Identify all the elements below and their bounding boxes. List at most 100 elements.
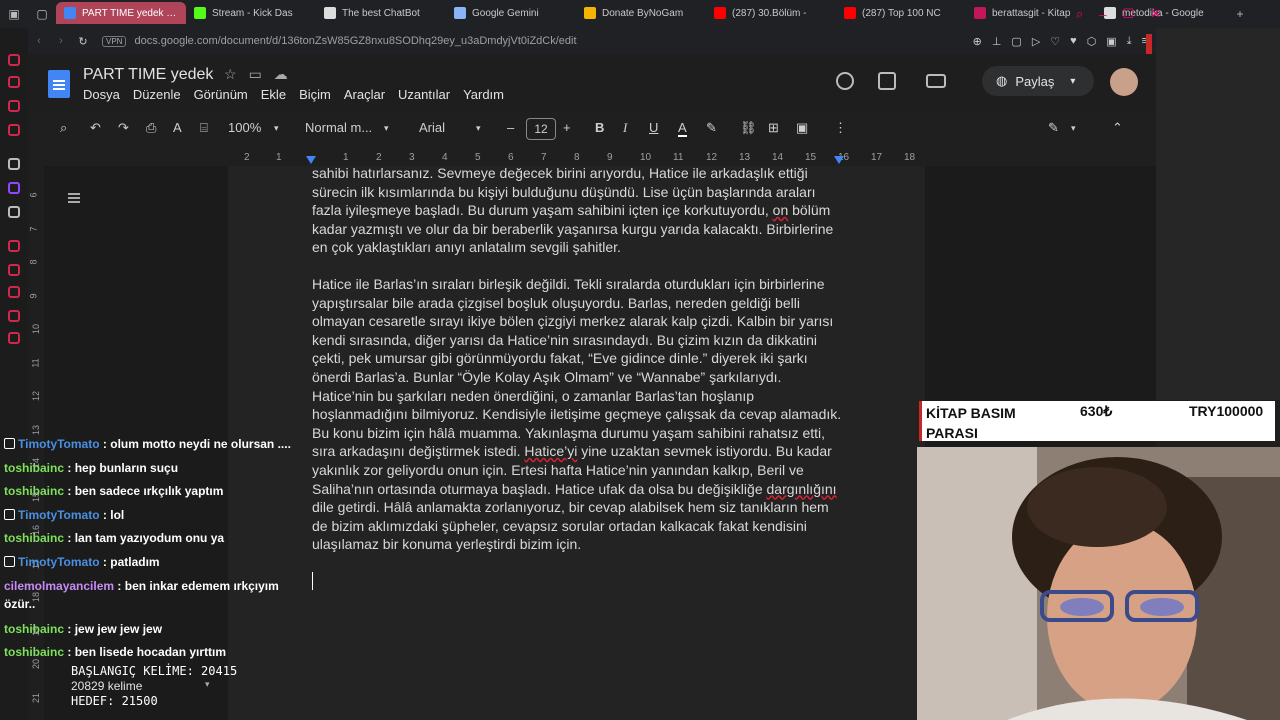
browser-tab[interactable]: Google Gemini: [446, 2, 576, 24]
chat-username[interactable]: TimotyTomato: [18, 437, 100, 451]
chat-username[interactable]: toshibainc: [4, 622, 64, 636]
menu-item[interactable]: Düzenle: [133, 87, 181, 102]
menu-item[interactable]: Uzantılar: [398, 87, 450, 102]
paragraph-2[interactable]: Hatice ile Barlas’ın sıraları birleşik d…: [312, 275, 842, 554]
sidebar-messenger-icon[interactable]: [8, 76, 20, 88]
link-icon[interactable]: ⛓: [740, 120, 757, 136]
redo-icon[interactable]: ↷: [118, 120, 129, 136]
misspelled-word[interactable]: dargınlığını: [767, 481, 837, 497]
chat-username[interactable]: toshibainc: [4, 461, 64, 475]
extensions-icon[interactable]: ⬡: [1087, 35, 1097, 48]
share-dropdown-icon[interactable]: ▾: [1070, 76, 1075, 87]
pin-icon[interactable]: ⊥: [992, 35, 1002, 48]
wallet-icon[interactable]: ▣: [1106, 35, 1116, 48]
menu-item[interactable]: Ekle: [261, 87, 286, 102]
tab-search-icon[interactable]: ▣: [0, 0, 28, 28]
docs-logo-icon[interactable]: [48, 70, 70, 98]
chat-username[interactable]: TimotyTomato: [18, 555, 100, 569]
new-tab-icon[interactable]: +: [1226, 0, 1254, 28]
insert-image-icon[interactable]: ▣: [796, 120, 808, 136]
maximize-icon[interactable]: ☐: [1123, 6, 1135, 22]
share-button[interactable]: ◍ Paylaş ▾: [982, 66, 1094, 96]
browser-tab[interactable]: Stream - Kick Das: [186, 2, 316, 24]
sidebar-notes-icon[interactable]: [8, 310, 20, 322]
bold-icon[interactable]: B: [595, 120, 604, 135]
font-dropdown-icon[interactable]: ▾: [476, 123, 481, 134]
minimize-icon[interactable]: –: [1099, 7, 1106, 22]
workspaces-icon[interactable]: ▢: [28, 0, 56, 28]
vpn-badge[interactable]: VPN: [102, 35, 127, 47]
sidebar-tiktok-icon[interactable]: [8, 158, 20, 170]
sidebar-music-icon[interactable]: [8, 124, 20, 136]
print-icon[interactable]: ⎙: [146, 120, 156, 136]
decrease-font-icon[interactable]: –: [507, 120, 514, 135]
browser-tab[interactable]: (287) Top 100 NC: [836, 2, 966, 24]
menu-item[interactable]: Araçlar: [344, 87, 385, 102]
star-icon[interactable]: ☆: [224, 66, 237, 83]
meet-icon[interactable]: [926, 74, 946, 88]
word-count-dropdown-icon[interactable]: ▾: [205, 679, 210, 690]
italic-icon[interactable]: I: [623, 120, 627, 136]
underline-icon[interactable]: U: [649, 120, 658, 135]
heart-icon[interactable]: ♥: [1070, 35, 1077, 48]
document-title[interactable]: PART TIME yedek: [83, 66, 213, 84]
paint-format-icon[interactable]: ⌸: [200, 120, 208, 136]
reload-icon[interactable]: ↻: [72, 35, 94, 48]
undo-icon[interactable]: ↶: [90, 120, 101, 136]
style-select[interactable]: Normal m...: [305, 120, 372, 135]
outline-icon[interactable]: [68, 193, 80, 203]
misspelled-word[interactable]: on: [773, 202, 789, 218]
highlight-icon[interactable]: ✎: [706, 120, 717, 136]
chat-username[interactable]: toshibainc: [4, 645, 64, 659]
style-dropdown-icon[interactable]: ▾: [384, 123, 389, 134]
sidebar-history-icon[interactable]: [8, 286, 20, 298]
font-select[interactable]: Arial: [419, 120, 445, 135]
misspelled-word[interactable]: Hatice’yi: [524, 443, 577, 459]
comments-icon[interactable]: [878, 72, 896, 90]
hide-menus-icon[interactable]: ⌃: [1112, 120, 1123, 136]
sidebar-ai-icon[interactable]: [8, 54, 20, 66]
chat-username[interactable]: TimotyTomato: [18, 508, 100, 522]
sidebar-twitch-icon[interactable]: [8, 182, 20, 194]
zoom-select[interactable]: 100%: [228, 120, 261, 135]
version-history-icon[interactable]: [836, 72, 854, 90]
increase-font-icon[interactable]: +: [563, 120, 571, 135]
search-menus-icon[interactable]: ⌕: [60, 120, 67, 136]
search-tabs-icon[interactable]: ⌕: [1076, 6, 1083, 22]
menu-item[interactable]: Dosya: [83, 87, 120, 102]
menu-item[interactable]: Görünüm: [194, 87, 248, 102]
sidebar-player-icon[interactable]: [8, 240, 20, 252]
cloud-status-icon[interactable]: ☁: [274, 66, 288, 83]
account-avatar[interactable]: [1110, 68, 1138, 96]
more-options-icon[interactable]: ⋮: [834, 120, 847, 136]
move-folder-icon[interactable]: ▭: [249, 66, 262, 83]
paragraph-1[interactable]: sahibi hatırlarsanız. Sevmeye değecek bi…: [312, 164, 842, 257]
close-icon[interactable]: ✕: [1150, 6, 1161, 22]
text-color-icon[interactable]: A: [678, 120, 687, 137]
editing-mode-icon[interactable]: ✎: [1048, 120, 1059, 136]
back-icon[interactable]: ‹: [28, 35, 50, 47]
snapshot-icon[interactable]: ▢: [1011, 35, 1021, 48]
editing-mode-dropdown-icon[interactable]: ▾: [1071, 123, 1076, 134]
chat-username[interactable]: toshibainc: [4, 531, 64, 545]
url-field[interactable]: docs.google.com/document/d/136tonZsW85GZ…: [134, 35, 576, 47]
play-icon[interactable]: ▷: [1032, 35, 1040, 48]
font-size-input[interactable]: 12: [526, 118, 556, 140]
forward-icon[interactable]: ›: [50, 35, 72, 47]
chat-username[interactable]: toshibainc: [4, 484, 64, 498]
sidebar-bookmarks-icon[interactable]: [8, 264, 20, 276]
zoom-dropdown-icon[interactable]: ▾: [274, 123, 279, 134]
menu-item[interactable]: Yardım: [463, 87, 504, 102]
sidebar-x-icon[interactable]: [8, 206, 20, 218]
bookmark-icon[interactable]: ♡: [1050, 35, 1060, 48]
browser-tab[interactable]: The best ChatBot: [316, 2, 446, 24]
browser-tab[interactable]: Donate ByNoGam: [576, 2, 706, 24]
browser-tab[interactable]: PART TIME yedek - Goog: [56, 2, 186, 24]
menu-item[interactable]: Biçim: [299, 87, 331, 102]
download-icon[interactable]: ⤓: [1127, 35, 1132, 48]
spellcheck-icon[interactable]: A: [173, 120, 182, 135]
sidebar-instagram-icon[interactable]: [8, 100, 20, 112]
zoom-icon[interactable]: ⊕: [973, 35, 982, 48]
word-count-badge[interactable]: 20829 kelime: [71, 679, 142, 693]
sidebar-settings-icon[interactable]: [8, 332, 20, 344]
